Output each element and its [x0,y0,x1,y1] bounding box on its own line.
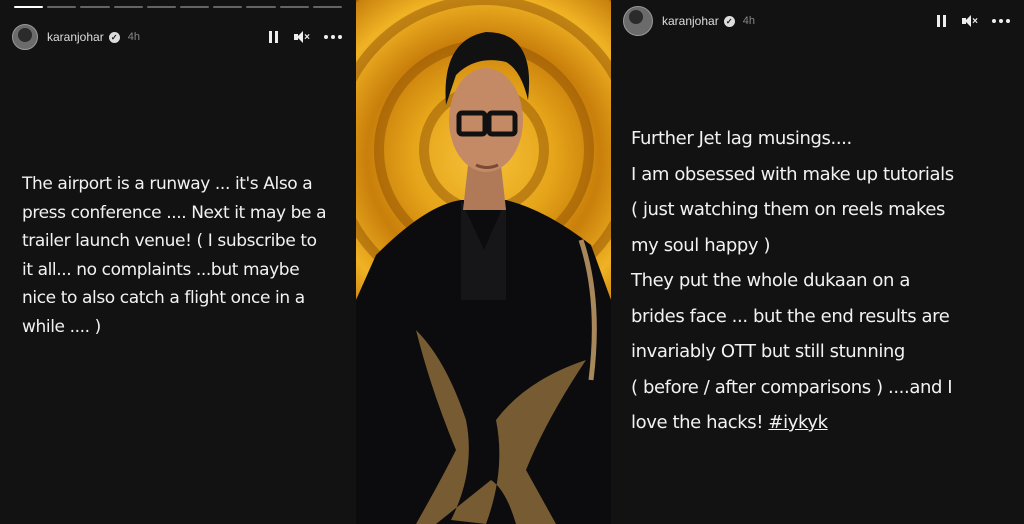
mute-icon[interactable]: × [294,31,310,43]
verified-badge-icon: ✓ [108,31,120,43]
pause-icon[interactable] [937,15,946,27]
left-story-panel[interactable]: karanjohar ✓ 4h × The airport is a runwa… [0,0,356,524]
mute-icon[interactable]: × [962,15,978,27]
more-icon[interactable] [992,19,1010,23]
story-header: karanjohar ✓ 4h × [12,22,342,52]
avatar[interactable] [623,6,653,36]
portrait-image [356,0,611,524]
caption-text: Further Jet lag musings.... I am obsesse… [631,128,954,433]
more-icon[interactable] [324,35,342,39]
story-header: karanjohar ✓ 4h × [623,6,1010,36]
hashtag-link[interactable]: #iykyk [768,412,828,433]
post-time: 4h [742,15,755,27]
username[interactable]: karanjohar [662,14,719,28]
pause-icon[interactable] [269,31,278,43]
story-caption: Further Jet lag musings.... I am obsesse… [631,121,1021,441]
center-photo [356,0,611,524]
username[interactable]: karanjohar [47,30,104,44]
right-story-panel[interactable]: karanjohar ✓ 4h × Further Jet lag musing… [611,0,1024,524]
avatar[interactable] [12,24,38,50]
story-progress-bar [14,6,343,8]
verified-badge-icon: ✓ [723,15,735,27]
story-caption: The airport is a runway ... it's Also a … [22,174,327,337]
post-time: 4h [127,31,140,43]
